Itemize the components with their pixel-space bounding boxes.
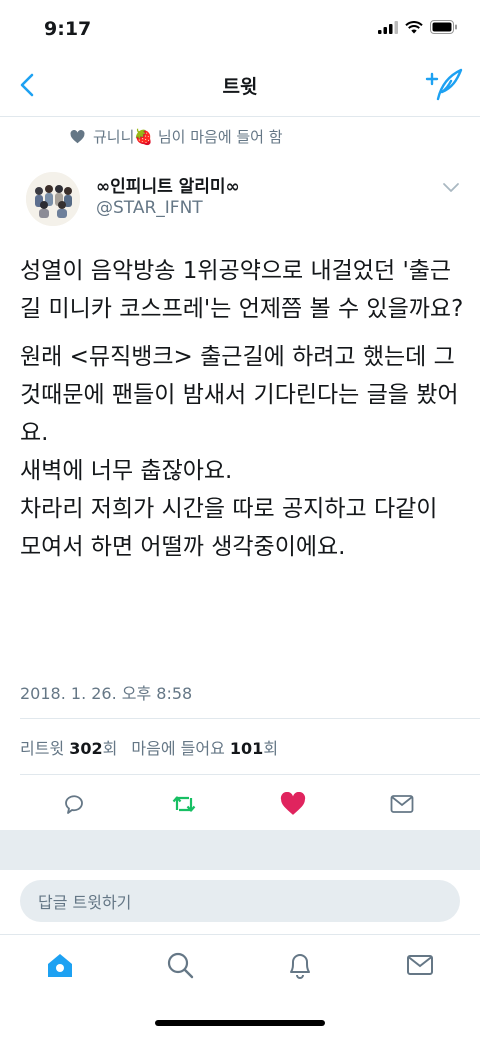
signal-icon [378,20,398,34]
tweet-paragraph: 성열이 음악방송 1위공약으로 내걸었던 '출근길 미니카 코스프레'는 언제쯤… [20,258,464,322]
messages-icon [407,955,433,975]
search-icon [167,952,194,979]
like-unit: 회 [263,739,279,758]
like-icon [280,792,306,815]
tab-messages[interactable] [400,947,440,983]
tab-notifications[interactable] [280,947,320,983]
tab-search[interactable] [160,947,200,983]
tweet-text: 성열이 음악방송 1위공약으로 내걸었던 '출근길 미니카 코스프레'는 언제쯤… [20,252,465,566]
compose-feather-icon [425,68,463,101]
avatar-image [26,172,80,226]
tab-bar [0,934,480,995]
dm-button[interactable] [380,782,424,826]
reply-icon [65,795,83,814]
retweet-unit: 회 [102,739,118,758]
liked-by-text: 규니니🍓 님이 마음에 들어 함 [93,128,283,146]
home-indicator [155,1020,325,1026]
liked-by-context[interactable]: 규니니🍓 님이 마음에 들어 함 [70,126,283,147]
tweet-actions [0,782,480,826]
reply-input[interactable] [36,880,420,924]
tweet-options-button[interactable] [442,178,460,196]
tweet-paragraph: 원래 <뮤직뱅크> 출근길에 하려고 했는데 그것때문에 팬들이 밤새서 기다린… [20,344,459,560]
tweet-timestamp: 2018. 1. 26. 오후 8:58 [20,684,193,703]
battery-icon [430,20,457,34]
heart-small-icon [70,129,85,143]
divider [20,718,480,719]
section-separator [0,830,480,870]
nav-divider [0,116,480,117]
wifi-icon [405,20,423,33]
author-handle[interactable]: @STAR_IFNT [96,198,203,218]
notifications-icon [290,954,310,979]
reply-button[interactable] [52,782,96,826]
like-button[interactable] [271,782,315,826]
retweet-stat-label: 리트윗 [20,739,65,758]
tweet-stats: 리트윗 302회 마음에 들어요 101회 [20,735,278,759]
status-time: 9:17 [44,18,92,40]
divider [20,774,480,775]
author-name[interactable]: ∞인피니트 알리미∞ [96,172,240,197]
retweet-stat[interactable]: 리트윗 302회 [20,735,117,759]
like-stat[interactable]: 마음에 들어요 101회 [131,735,278,759]
status-icons [378,20,458,34]
home-icon [48,954,72,977]
retweet-icon [172,796,196,812]
tab-home[interactable] [40,947,80,983]
dm-icon [390,795,414,813]
avatar[interactable] [26,172,80,226]
like-stat-label: 마음에 들어요 [131,739,225,758]
like-count: 101 [229,739,264,758]
reply-bar[interactable] [20,880,460,924]
retweet-count: 302 [69,739,103,758]
page-title: 트윗 [222,76,258,98]
chevron-down-icon [443,183,459,192]
compose-tweet-button[interactable] [424,66,464,102]
retweet-button[interactable] [162,782,206,826]
